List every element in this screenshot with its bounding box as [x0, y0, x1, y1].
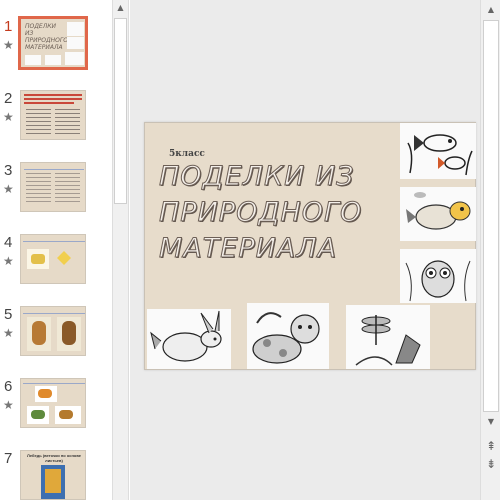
- thumbnail-title-text: Лебедь (веточки по основе листьев): [27, 453, 81, 463]
- slide-editor-area[interactable]: 5класс ПОДЕЛКИ ИЗ ПРИРОДНОГО МАТЕРИАЛА: [130, 0, 480, 500]
- rabbit-leaf-craft-picture[interactable]: [147, 309, 231, 369]
- fish-leaf-craft-picture[interactable]: [400, 123, 476, 179]
- slide-thumbnail-image[interactable]: ПОДЕЛКИ ИЗ ПРИРОДНОГО МАТЕРИАЛА: [18, 16, 88, 70]
- thumbnail-slide-7[interactable]: 7 Лебедь (веточки по основе листьев): [0, 450, 112, 500]
- slide-title-line-2[interactable]: ПРИРОДНОГО: [158, 197, 362, 229]
- thumbnail-picture: [67, 22, 84, 36]
- scrollbar-thumb[interactable]: [483, 20, 499, 412]
- slide-number: 2: [4, 90, 13, 107]
- previous-slide-icon[interactable]: ⇞: [483, 438, 499, 454]
- slide-thumbnail-image[interactable]: Лебедь (веточки по основе листьев): [20, 450, 86, 500]
- slide-thumbnail-image[interactable]: [20, 234, 86, 284]
- slide-title-line-1[interactable]: ПОДЕЛКИ ИЗ: [158, 161, 354, 193]
- owl-leaf-craft-picture[interactable]: [400, 249, 476, 303]
- thumbnail-pane-scrollbar[interactable]: ▲: [112, 0, 129, 500]
- thumbnail-slide-5[interactable]: 5 ★: [0, 306, 112, 366]
- thumbnail-title-text: ПОДЕЛКИ ИЗ ПРИРОДНОГО МАТЕРИАЛА: [25, 23, 68, 51]
- slide-thumbnail-image[interactable]: [20, 90, 86, 140]
- animation-star-icon: ★: [3, 326, 14, 340]
- animation-star-icon: ★: [3, 110, 14, 124]
- scroll-down-arrow-icon[interactable]: ▼: [483, 414, 499, 430]
- current-slide[interactable]: 5класс ПОДЕЛКИ ИЗ ПРИРОДНОГО МАТЕРИАЛА: [144, 122, 476, 370]
- thumbnail-slide-2[interactable]: 2 ★: [0, 90, 112, 150]
- scroll-up-arrow-icon[interactable]: ▲: [113, 0, 128, 16]
- animation-star-icon: ★: [3, 38, 14, 52]
- scroll-up-arrow-icon[interactable]: ▲: [483, 2, 499, 18]
- thumbnail-slide-4[interactable]: 4 ★: [0, 234, 112, 294]
- thumbnail-picture: [45, 55, 61, 65]
- thumbnail-picture: [65, 52, 84, 65]
- slide-number: 5: [4, 306, 13, 323]
- cat-leaf-craft-picture[interactable]: [247, 303, 329, 369]
- slide-thumbnail-pane[interactable]: 1 ★ ПОДЕЛКИ ИЗ ПРИРОДНОГО МАТЕРИАЛА 2 ★: [0, 0, 112, 500]
- creature-leaf-craft-picture[interactable]: [400, 187, 476, 241]
- slide-number: 4: [4, 234, 13, 251]
- animation-star-icon: ★: [3, 398, 14, 412]
- thumbnail-slide-6[interactable]: 6 ★: [0, 378, 112, 438]
- slide-number: 3: [4, 162, 13, 179]
- slide-grade-label[interactable]: 5класс: [169, 149, 205, 159]
- thumbnail-picture: [67, 37, 84, 49]
- next-slide-icon[interactable]: ⇟: [483, 456, 499, 472]
- scrollbar-thumb[interactable]: [114, 18, 127, 204]
- slide-number: 1: [4, 18, 13, 35]
- slide-title-line-3[interactable]: МАТЕРИАЛА: [158, 233, 337, 265]
- animation-star-icon: ★: [3, 254, 14, 268]
- slide-thumbnail-image[interactable]: [20, 306, 86, 356]
- animation-star-icon: ★: [3, 182, 14, 196]
- thumbnail-slide-3[interactable]: 3 ★: [0, 162, 112, 222]
- thumbnail-picture: [25, 55, 41, 65]
- bird-leaf-craft-picture[interactable]: [346, 305, 430, 369]
- presentation-app: 1 ★ ПОДЕЛКИ ИЗ ПРИРОДНОГО МАТЕРИАЛА 2 ★: [0, 0, 500, 500]
- slide-thumbnail-image[interactable]: [20, 378, 86, 428]
- slide-number: 6: [4, 378, 13, 395]
- slide-number: 7: [4, 450, 13, 467]
- slide-thumbnail-image[interactable]: [20, 162, 86, 212]
- editor-vertical-scrollbar[interactable]: ▲ ▼ ⇞ ⇟: [480, 0, 500, 500]
- thumbnail-slide-1[interactable]: 1 ★ ПОДЕЛКИ ИЗ ПРИРОДНОГО МАТЕРИАЛА: [0, 16, 112, 78]
